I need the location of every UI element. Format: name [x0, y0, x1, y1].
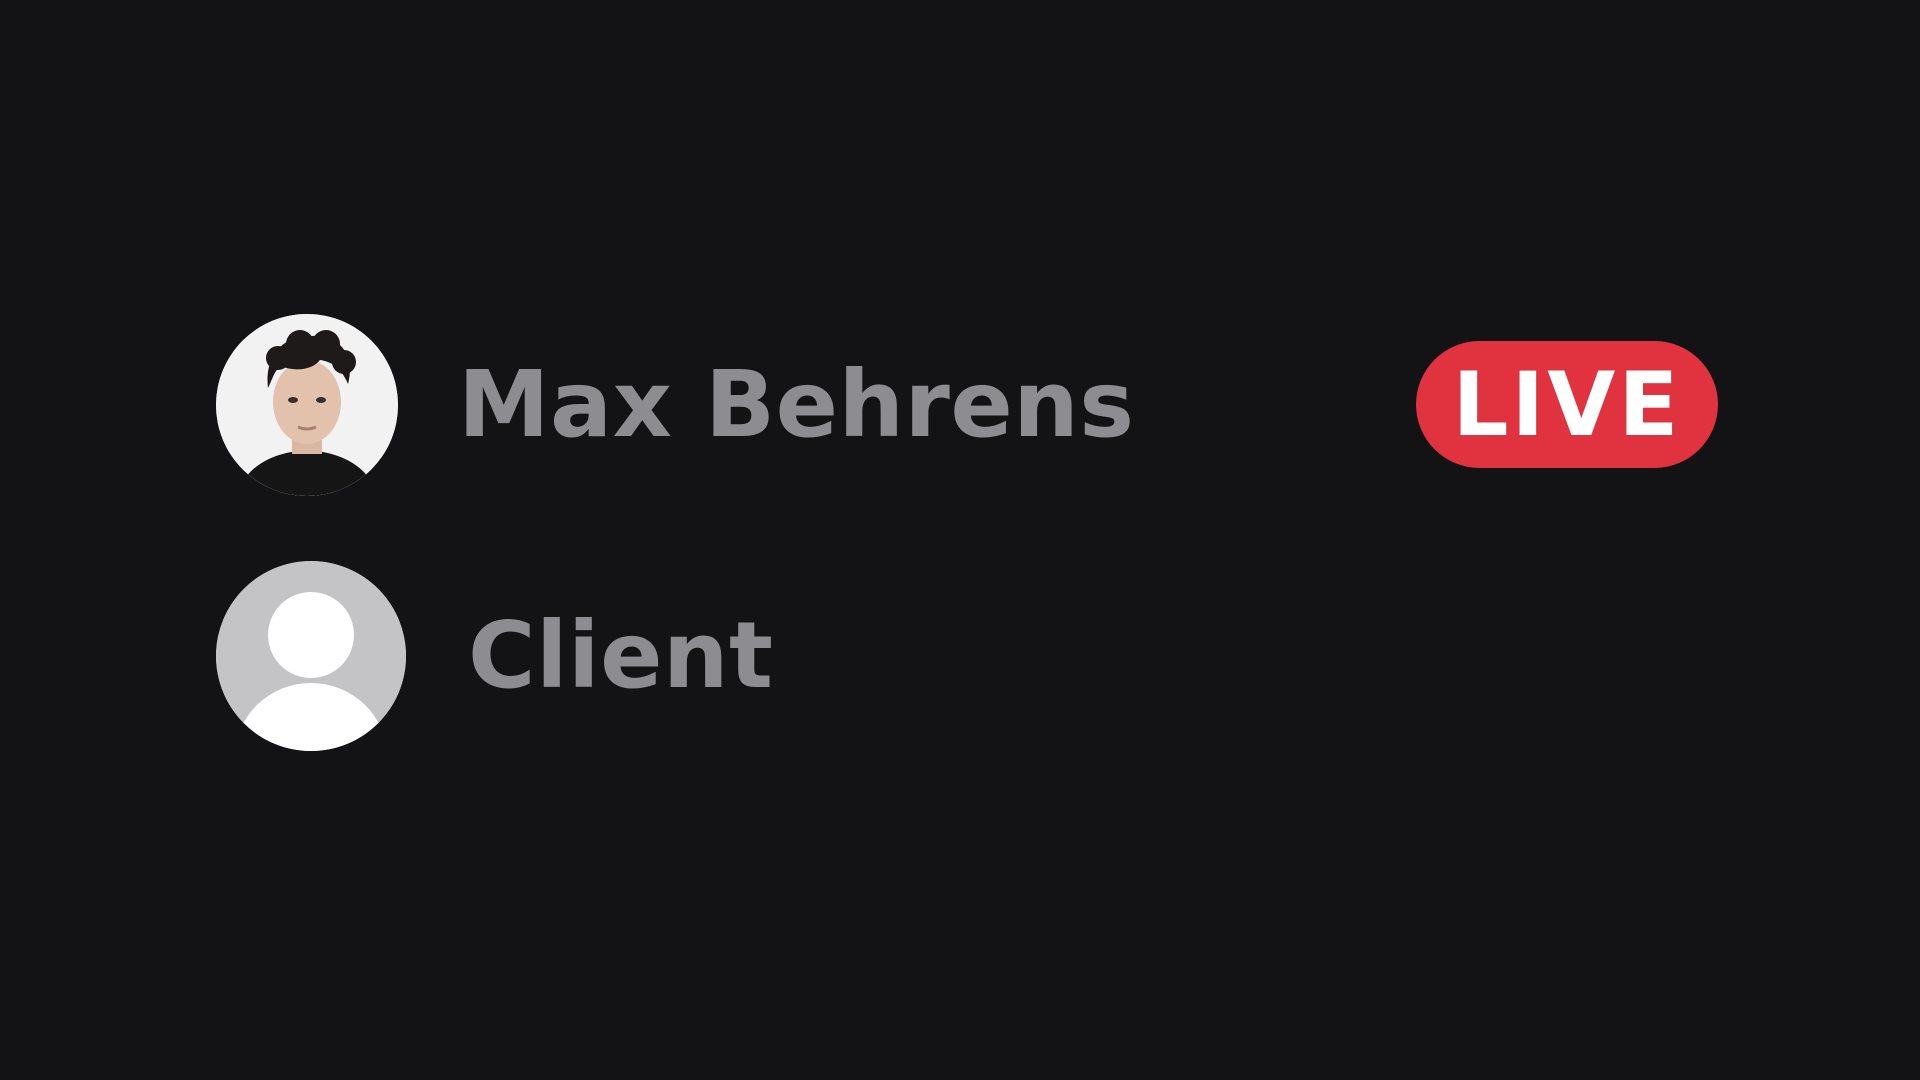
default-user-avatar-icon — [216, 561, 406, 751]
member-name: Client — [468, 602, 774, 709]
member-row-client[interactable]: Client — [216, 561, 773, 751]
member-name: Max Behrens — [458, 351, 1135, 458]
member-list: Max Behrens LIVE Client — [0, 0, 1920, 1080]
live-badge: LIVE — [1416, 341, 1718, 468]
avatar[interactable] — [216, 314, 398, 496]
live-badge-label: LIVE — [1452, 352, 1682, 456]
member-row-max-behrens[interactable]: Max Behrens — [216, 314, 1135, 496]
user-photo-avatar — [216, 314, 398, 496]
avatar[interactable] — [216, 561, 406, 751]
